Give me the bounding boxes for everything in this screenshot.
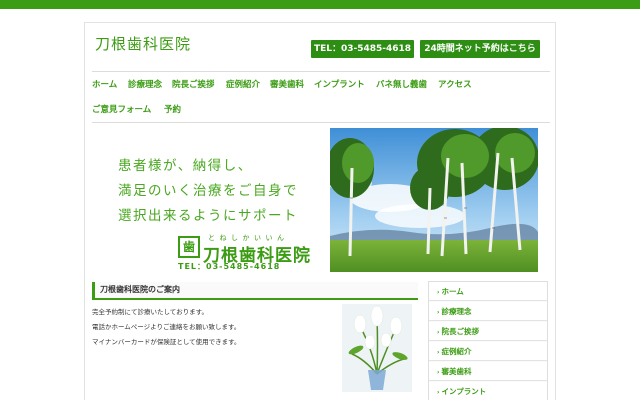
guide-line-2: 電話かホームページよりご連絡をお願い致します。 (92, 323, 241, 331)
guide-line-3: マイナンバーカードが保険証として使用できます。 (92, 338, 241, 346)
sidebar-item-cases[interactable]: › 症例紹介 (429, 342, 547, 361)
chevron-right-icon: › (437, 309, 440, 316)
sidebar-item-esthetic[interactable]: › 審美歯科 (429, 362, 547, 381)
sidebar-item-home[interactable]: › ホーム (429, 282, 547, 301)
chevron-right-icon: › (437, 329, 440, 336)
hero-clinic-logo: 歯 とねしかいいん 刀根歯科医院 TEL：03-5485-4618 (178, 234, 310, 272)
guide-heading: 刀根歯科医院のご案内 (92, 282, 418, 300)
nav-divider (92, 122, 550, 123)
chevron-right-icon: › (437, 289, 440, 296)
hero-birch-forest-image (330, 128, 538, 272)
guide-line-1: 完全予約制にて診療いたしております。 (92, 308, 208, 316)
sidebar-item-label: ホーム (441, 287, 464, 296)
nav-item-feedback[interactable]: ご意見フォーム (92, 103, 151, 115)
nav-item-home[interactable]: ホーム (92, 78, 117, 90)
nav-item-cases[interactable]: 症例紹介 (226, 78, 260, 90)
header-divider (92, 71, 550, 72)
hero-slogan-line-3: 選択出来るようにサポート (118, 208, 298, 224)
tel-button[interactable]: TEL：03-5485-4618 (311, 40, 414, 58)
site-logo[interactable]: 刀根歯科医院 (95, 33, 191, 54)
lily-vase-image (342, 304, 412, 392)
chevron-right-icon: › (437, 389, 440, 396)
sidebar-item-philosophy[interactable]: › 診療理念 (429, 302, 547, 321)
top-accent-bar (0, 0, 640, 9)
net-reservation-button[interactable]: 24時間ネット予約はこちら (420, 40, 540, 58)
sidebar-item-label: 審美歯科 (441, 367, 472, 376)
nav-item-access[interactable]: アクセス (438, 78, 472, 90)
sidebar-item-label: 症例紹介 (441, 347, 472, 356)
nav-item-esthetic[interactable]: 審美歯科 (270, 78, 304, 90)
chevron-right-icon: › (437, 369, 440, 376)
tooth-mark-icon: 歯 (178, 236, 200, 258)
sidebar-menu: › ホーム › 診療理念 › 院長ご挨拶 › 症例紹介 › 審美歯科 › インプラント (428, 281, 548, 400)
hero-slogan-line-1: 患者様が、納得し、 (118, 158, 253, 174)
nav-row-2: ご意見フォーム 予約 (92, 103, 550, 117)
nav-item-philosophy[interactable]: 診療理念 (128, 78, 162, 90)
chevron-right-icon: › (437, 349, 440, 356)
hero-logo-tel: TEL：03-5485-4618 (178, 262, 281, 271)
nav-item-denture[interactable]: バネ無し義歯 (376, 78, 427, 90)
nav-item-reservation[interactable]: 予約 (164, 103, 181, 115)
nav-row-1: ホーム 診療理念 院長ご挨拶 症例紹介 審美歯科 インプラント バネ無し義歯 ア… (92, 78, 550, 92)
sidebar-item-label: 診療理念 (441, 307, 472, 316)
hero-slogan-line-2: 満足のいく治療をご自身で (118, 183, 298, 199)
sidebar-item-label: 院長ご挨拶 (441, 327, 479, 336)
sidebar-item-label: インプラント (441, 387, 487, 396)
nav-item-implant[interactable]: インプラント (314, 78, 365, 90)
nav-item-greeting[interactable]: 院長ご挨拶 (172, 78, 215, 90)
sidebar-item-greeting[interactable]: › 院長ご挨拶 (429, 322, 547, 341)
sidebar-item-implant[interactable]: › インプラント (429, 382, 547, 400)
